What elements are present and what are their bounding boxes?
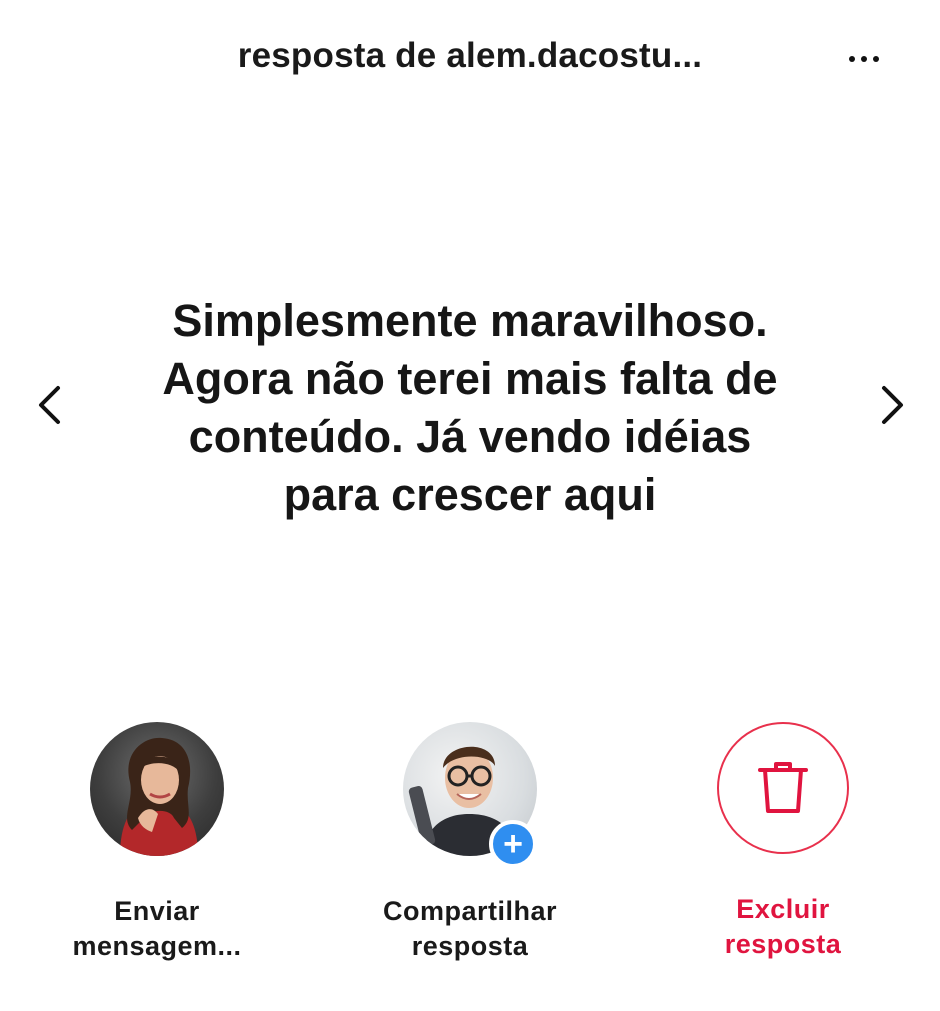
delete-button[interactable] <box>717 722 849 854</box>
my-avatar[interactable]: + <box>403 722 537 868</box>
action-label-line: Excluir <box>736 894 830 924</box>
previous-response-button[interactable] <box>26 380 76 430</box>
action-label-line: Compartilhar <box>382 896 558 926</box>
header-title: resposta de alem.dacostu... <box>237 36 703 75</box>
message-line: conteúdo. Já vendo idéias <box>188 411 752 462</box>
action-label-line: Enviar <box>114 896 200 926</box>
action-label-line: mensagem... <box>72 931 242 961</box>
woman-portrait-icon <box>120 737 198 856</box>
message-line: Agora não terei mais falta de <box>162 353 778 404</box>
message-line: Simplesmente maravilhoso. <box>172 295 768 346</box>
more-options-button[interactable] <box>838 44 890 74</box>
sender-avatar[interactable] <box>90 722 224 856</box>
more-horizontal-icon <box>849 56 855 62</box>
delete-response-action[interactable]: Excluir resposta <box>663 722 903 962</box>
action-label-line: resposta <box>411 931 529 961</box>
chevron-left-icon <box>39 386 60 424</box>
send-message-label: Enviar mensagem... <box>37 894 277 964</box>
more-horizontal-icon-dot <box>861 56 867 62</box>
share-response-action[interactable]: + Compartilhar resposta <box>350 722 590 964</box>
delete-response-label: Excluir resposta <box>663 892 903 962</box>
chevron-right-icon <box>882 386 903 424</box>
trash-icon <box>758 762 808 813</box>
share-response-label: Compartilhar resposta <box>350 894 590 964</box>
action-label-line: resposta <box>724 929 842 959</box>
add-badge-icon: + <box>489 820 537 868</box>
send-message-action[interactable]: Enviar mensagem... <box>37 722 277 964</box>
more-horizontal-icon-dot <box>873 56 879 62</box>
message-line: para crescer aqui <box>283 469 657 520</box>
next-response-button[interactable] <box>866 380 916 430</box>
response-message: Simplesmente maravilhoso. Agora não tere… <box>120 292 820 524</box>
